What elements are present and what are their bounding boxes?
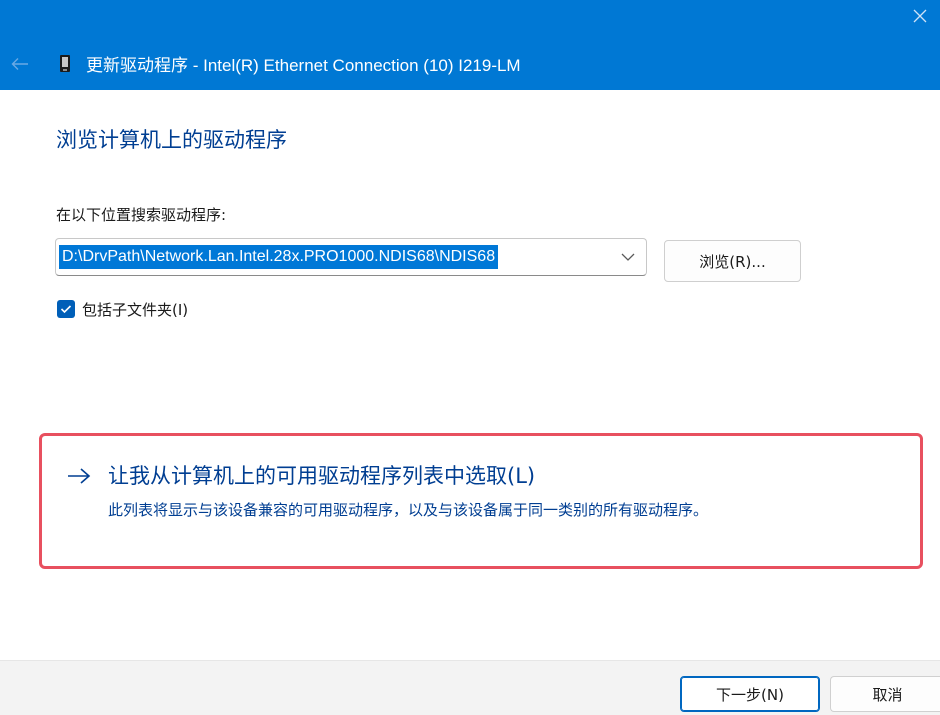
close-icon bbox=[913, 9, 927, 23]
footer-bar: 下一步(N) 取消 bbox=[0, 660, 940, 715]
pick-from-list-description: 此列表将显示与该设备兼容的可用驱动程序，以及与该设备属于同一类别的所有驱动程序。 bbox=[108, 501, 709, 519]
wizard-header: 更新驱动程序 - Intel(R) Ethernet Connection (1… bbox=[0, 38, 940, 90]
title-bar bbox=[0, 0, 940, 38]
pick-from-list-title[interactable]: 让我从计算机上的可用驱动程序列表中选取(L) bbox=[108, 460, 535, 490]
browse-button[interactable]: 浏览(R)... bbox=[664, 240, 801, 282]
network-adapter-icon bbox=[60, 55, 70, 72]
next-button[interactable]: 下一步(N) bbox=[680, 676, 820, 712]
cancel-button[interactable]: 取消 bbox=[830, 676, 940, 712]
arrow-right-icon bbox=[68, 468, 91, 484]
include-subfolders-checkbox[interactable]: 包括子文件夹(I) bbox=[57, 299, 188, 319]
page-title: 浏览计算机上的驱动程序 bbox=[56, 128, 287, 152]
include-subfolders-label: 包括子文件夹(I) bbox=[82, 300, 189, 319]
search-location-label: 在以下位置搜索驱动程序: bbox=[56, 206, 227, 224]
driver-path-combobox[interactable]: D:\DrvPath\Network.Lan.Intel.28x.PRO1000… bbox=[55, 238, 647, 276]
driver-path-value[interactable]: D:\DrvPath\Network.Lan.Intel.28x.PRO1000… bbox=[59, 245, 499, 269]
chevron-down-icon bbox=[621, 253, 635, 261]
close-button[interactable] bbox=[900, 0, 940, 32]
checkmark-icon bbox=[60, 305, 72, 314]
header-title: 更新驱动程序 - Intel(R) Ethernet Connection (1… bbox=[86, 56, 521, 75]
update-driver-window: 更新驱动程序 - Intel(R) Ethernet Connection (1… bbox=[0, 0, 940, 715]
path-dropdown-button[interactable] bbox=[614, 243, 642, 271]
back-arrow-icon bbox=[11, 58, 28, 70]
back-button[interactable] bbox=[4, 50, 36, 78]
checkbox-box[interactable] bbox=[57, 300, 75, 318]
